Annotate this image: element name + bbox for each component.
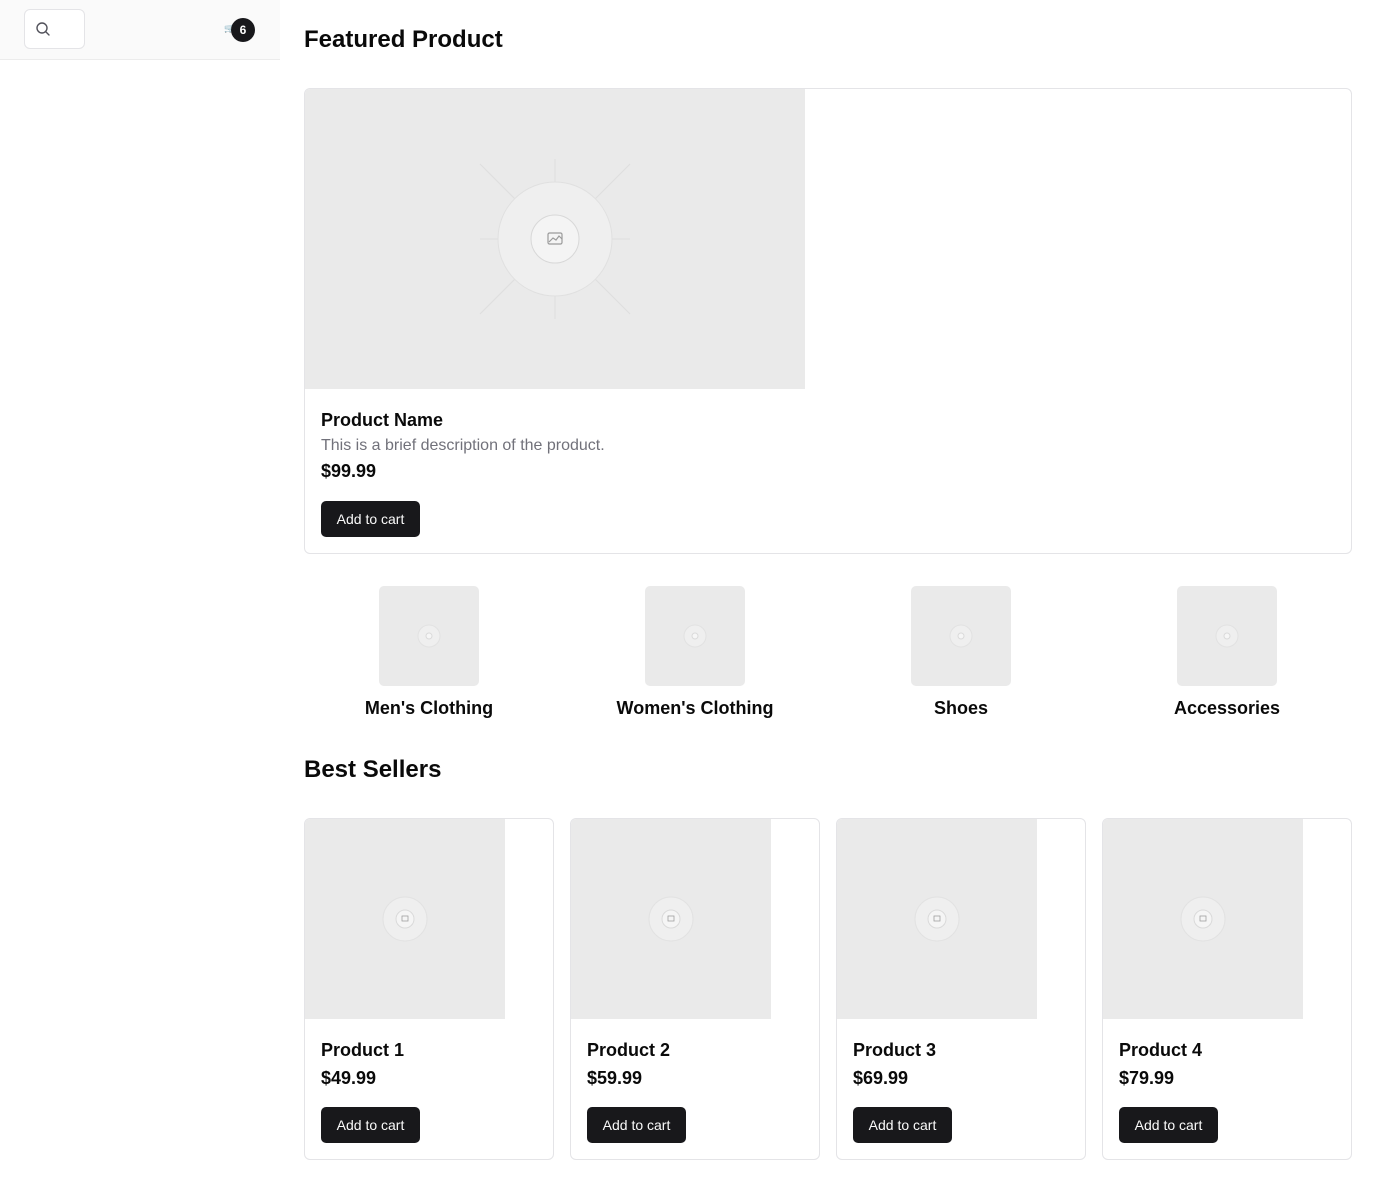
- product-price: $79.99: [1119, 1068, 1175, 1088]
- cart-button[interactable]: 🛒 6: [222, 18, 256, 42]
- best-sellers-title: Best Sellers: [304, 756, 442, 783]
- product-card: Product 3 $69.99 Add to cart: [836, 818, 1086, 1160]
- product-price: $49.99: [321, 1068, 377, 1088]
- category-shoes[interactable]: Shoes: [836, 586, 1086, 719]
- category-image: [645, 586, 745, 686]
- search-icon: [36, 22, 50, 36]
- product-name: Product 4: [1119, 1040, 1203, 1060]
- category-accessories[interactable]: Accessories: [1102, 586, 1352, 719]
- image-placeholder-icon: [1215, 624, 1239, 648]
- product-image: [571, 819, 771, 1019]
- product-card: Product 1 $49.99 Add to cart: [304, 818, 554, 1160]
- search-button[interactable]: [24, 9, 85, 49]
- add-to-cart-button[interactable]: Add to cart: [853, 1107, 952, 1143]
- category-image: [379, 586, 479, 686]
- featured-product-card: Product Name This is a brief description…: [304, 88, 1352, 554]
- category-image: [1177, 586, 1277, 686]
- image-placeholder-icon: [683, 624, 707, 648]
- add-to-cart-button[interactable]: Add to cart: [321, 1107, 420, 1143]
- product-image: [837, 819, 1037, 1019]
- sidebar-header: 🛒 6: [0, 0, 280, 60]
- image-placeholder-icon: [1180, 896, 1226, 942]
- featured-add-to-cart-button[interactable]: Add to cart: [321, 501, 420, 537]
- product-name: Product 2: [587, 1040, 671, 1060]
- category-label: Women's Clothing: [616, 698, 774, 718]
- image-placeholder-icon: [914, 896, 960, 942]
- category-label: Men's Clothing: [364, 698, 494, 718]
- featured-product-title: Featured Product: [304, 26, 503, 53]
- image-placeholder-icon: [479, 159, 631, 319]
- product-name: Product 1: [321, 1040, 405, 1060]
- add-to-cart-button[interactable]: Add to cart: [587, 1107, 686, 1143]
- category-womens-clothing[interactable]: Women's Clothing: [570, 586, 820, 719]
- product-card: Product 4 $79.99 Add to cart: [1102, 818, 1352, 1160]
- image-placeholder-icon: [648, 896, 694, 942]
- featured-product-price: $99.99: [321, 461, 377, 481]
- cart-count-badge: 6: [231, 18, 255, 42]
- category-label: Shoes: [933, 698, 989, 718]
- category-mens-clothing[interactable]: Men's Clothing: [304, 586, 554, 719]
- sidebar: 🛒 6: [0, 0, 280, 1184]
- category-label: Accessories: [1173, 698, 1281, 718]
- featured-product-image: [305, 89, 805, 389]
- product-name: Product 3: [853, 1040, 937, 1060]
- product-image: [1103, 819, 1303, 1019]
- featured-product-description: This is a brief description of the produ…: [321, 437, 605, 454]
- product-image: [305, 819, 505, 1019]
- image-placeholder-icon: [417, 624, 441, 648]
- featured-product-name: Product Name: [321, 410, 444, 430]
- category-image: [911, 586, 1011, 686]
- product-price: $69.99: [853, 1068, 909, 1088]
- add-to-cart-button[interactable]: Add to cart: [1119, 1107, 1218, 1143]
- image-placeholder-icon: [949, 624, 973, 648]
- image-placeholder-icon: [382, 896, 428, 942]
- product-price: $59.99: [587, 1068, 643, 1088]
- product-card: Product 2 $59.99 Add to cart: [570, 818, 820, 1160]
